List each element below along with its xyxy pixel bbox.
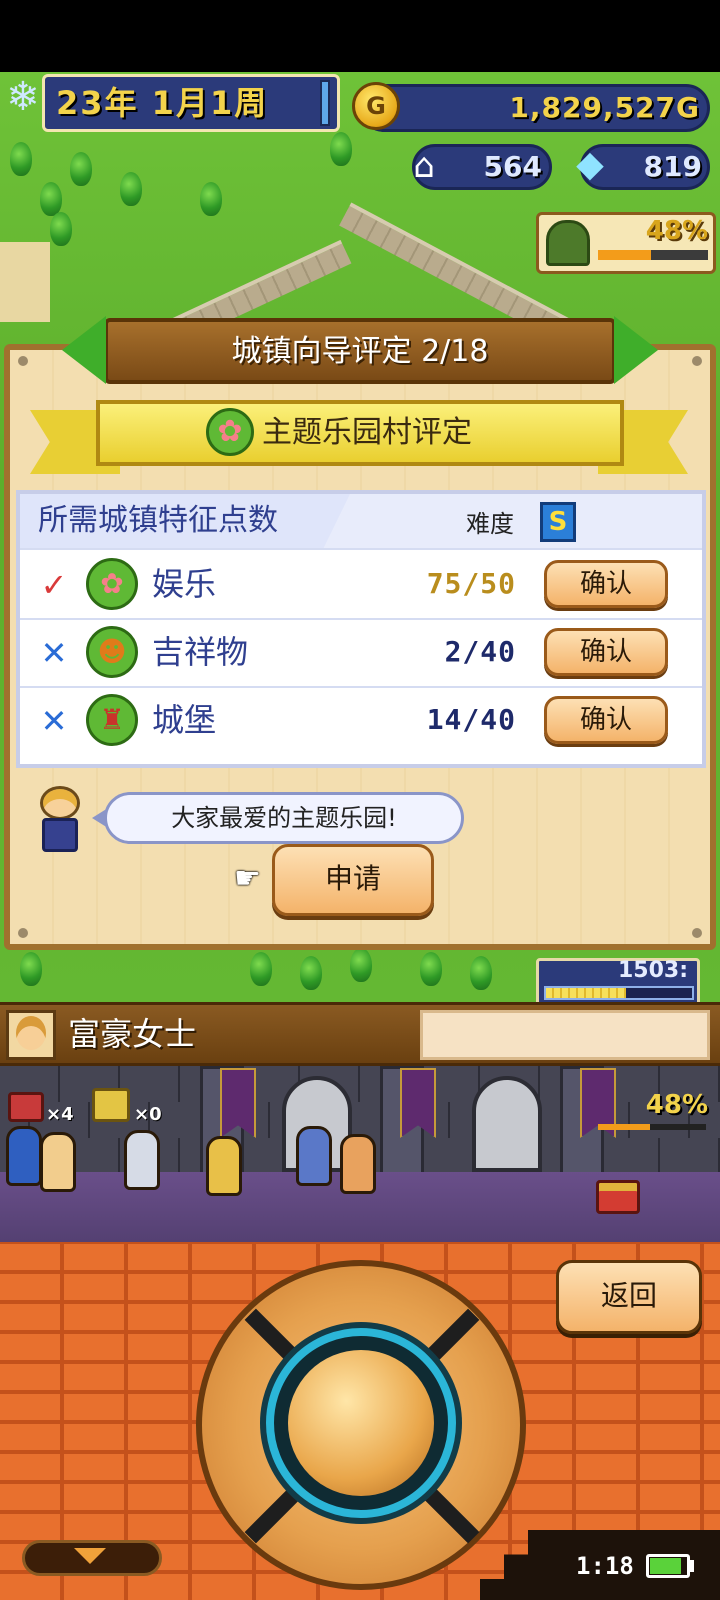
tree	[20, 952, 42, 986]
chevron-down-icon	[74, 1548, 106, 1564]
population-count: 564	[483, 150, 542, 183]
confirm-button-mascot[interactable]: 确认	[544, 628, 668, 676]
mascot-icon: ☻	[86, 626, 138, 678]
advisor-avatar	[40, 786, 80, 820]
tree	[250, 952, 272, 986]
gem-icon: ◆	[576, 144, 604, 185]
tree	[330, 132, 352, 166]
tree	[120, 172, 142, 206]
next-arrow-icon[interactable]	[614, 316, 658, 384]
tree	[70, 152, 92, 186]
cross-icon: ✕	[40, 702, 68, 740]
house-icon: ⌂	[413, 146, 435, 186]
cave-icon	[546, 220, 590, 266]
red-chest-icon	[8, 1092, 44, 1122]
treasure-chest-icon[interactable]	[596, 1180, 640, 1214]
gold-amount: 1,829,527G	[509, 91, 700, 124]
character-name: 富豪女士	[68, 1015, 197, 1053]
avatar-face	[16, 1016, 46, 1050]
hero-soldier	[124, 1130, 160, 1190]
dungeon-bar-fill	[598, 1124, 650, 1130]
cross-icon: ✕	[40, 634, 68, 672]
snowflake-icon: ❄	[6, 74, 40, 120]
gold-chest-icon	[92, 1088, 130, 1122]
dialog-title: 城镇向导评定 2/18	[231, 334, 489, 369]
panel-bolt	[18, 356, 28, 366]
arched-window	[472, 1076, 542, 1172]
requirements-title: 所需城镇特征点数	[38, 503, 278, 538]
rank-title: 主题乐园村评定	[262, 415, 472, 450]
hero-knight	[6, 1126, 42, 1186]
hero-warrior	[40, 1132, 76, 1192]
gold-coin-icon: G	[352, 82, 400, 130]
dungeon-progress-percent: 48%	[645, 216, 708, 246]
row-divider	[20, 548, 702, 550]
advisor-body	[42, 818, 78, 852]
battery-fill	[650, 1558, 681, 1574]
row-divider	[20, 618, 702, 620]
requirement-label: 城堡	[152, 701, 217, 739]
castle-icon: ♜	[86, 694, 138, 746]
timer-fill	[546, 988, 626, 998]
requirement-label: 吉祥物	[152, 633, 249, 671]
check-icon: ✓	[40, 566, 68, 604]
timer-value: 1503:	[617, 958, 688, 983]
difficulty-label: 难度	[466, 510, 514, 538]
character-info-slot	[420, 1010, 710, 1060]
requirement-value: 2/40	[444, 635, 516, 668]
clock: 1:18	[576, 1552, 634, 1580]
tree	[300, 956, 322, 990]
tree	[350, 948, 372, 982]
panel-bolt	[18, 928, 28, 938]
requirement-label: 娱乐	[152, 565, 217, 603]
ferris-wheel-icon: ✿	[86, 558, 138, 610]
dirt-path	[0, 242, 50, 322]
week-gauge	[320, 80, 330, 126]
tree	[420, 952, 442, 986]
date-text: 23年 1月1周	[56, 84, 269, 122]
tree	[40, 182, 62, 216]
confirm-button-castle[interactable]: 确认	[544, 696, 668, 744]
hero-princess	[340, 1134, 376, 1194]
speech-bubble: 大家最爱的主题乐园!	[104, 792, 464, 844]
row-divider	[20, 686, 702, 688]
tree	[470, 956, 492, 990]
difficulty-grade-icon: S	[540, 502, 576, 542]
tree	[10, 142, 32, 176]
battery-tip	[690, 1560, 694, 1572]
tree	[200, 182, 222, 216]
requirement-value: 14/40	[426, 703, 516, 736]
apply-button[interactable]: 申请	[272, 844, 434, 916]
monster-blue	[296, 1126, 332, 1186]
previous-arrow-icon[interactable]	[62, 316, 106, 384]
confirm-button-entertainment[interactable]: 确认	[544, 560, 668, 608]
panel-bolt	[692, 356, 702, 366]
status-bar	[0, 0, 720, 72]
red-chest-count: ×4	[46, 1104, 74, 1125]
gem-count: 819	[643, 150, 702, 183]
dial-center-button[interactable]	[288, 1350, 434, 1496]
back-button[interactable]: 返回	[556, 1260, 702, 1334]
dungeon-progress-fill	[598, 250, 651, 260]
gold-chest-count: ×0	[134, 1104, 162, 1125]
ferris-wheel-icon: ✿	[206, 408, 254, 456]
dungeon-percent: 48%	[645, 1090, 708, 1120]
tree	[50, 212, 72, 246]
requirement-value: 75/50	[426, 567, 516, 600]
hero-archer	[206, 1136, 242, 1196]
panel-bolt	[692, 928, 702, 938]
